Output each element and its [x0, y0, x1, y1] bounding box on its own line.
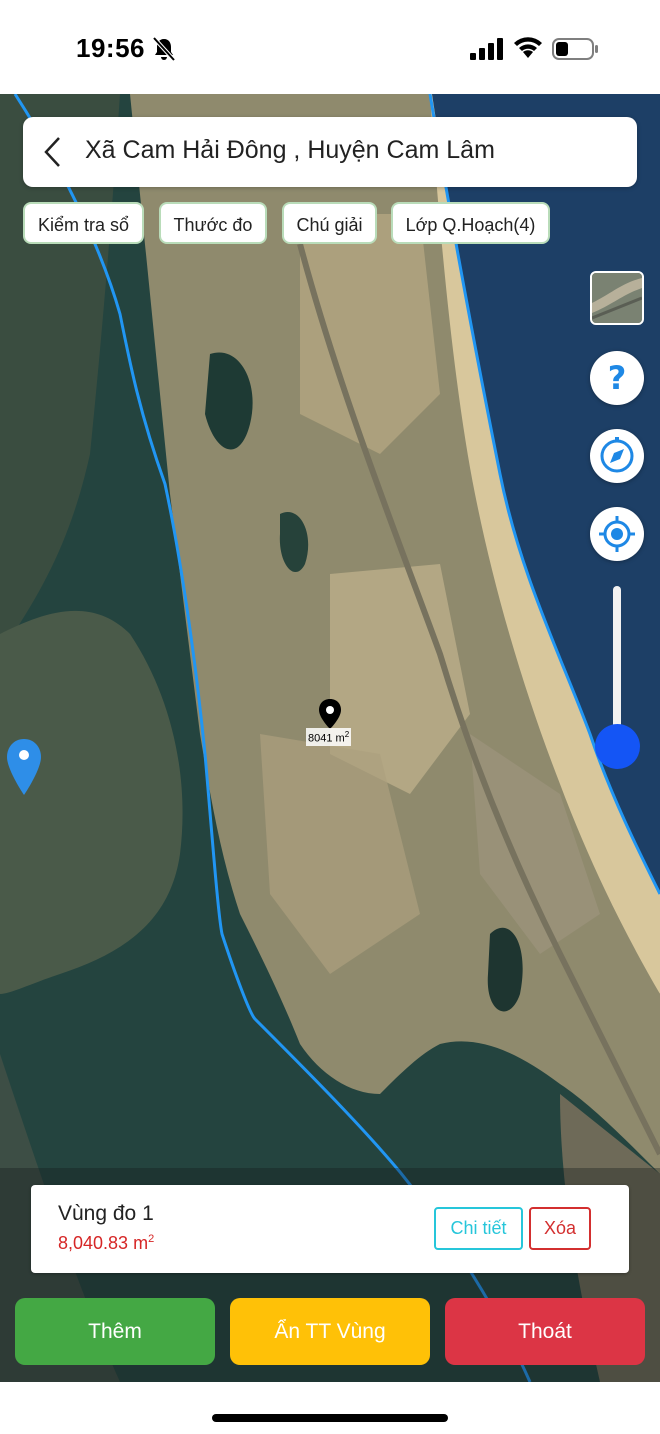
- toolbar-chips: Kiểm tra sổ Thước đo Chú giải Lớp Q.Hoạc…: [0, 202, 660, 248]
- chip-legend[interactable]: Chú giải: [282, 202, 377, 244]
- measure-area: 8,040.83 m2: [58, 1233, 154, 1254]
- measure-area-value: 8,040.83 m: [58, 1233, 149, 1253]
- help-button[interactable]: ?: [590, 351, 644, 405]
- measure-card: Vùng đo 1 8,040.83 m2 Chi tiết Xóa: [31, 1185, 629, 1273]
- satellite-thumbnail-icon: [592, 273, 642, 323]
- layer-thumbnail-button[interactable]: [590, 271, 644, 325]
- zoom-slider-thumb[interactable]: [595, 724, 640, 769]
- chip-ruler[interactable]: Thước đo: [159, 202, 267, 244]
- delete-button[interactable]: Xóa: [529, 1207, 591, 1250]
- detail-button[interactable]: Chi tiết: [434, 1207, 523, 1250]
- battery-icon: [552, 38, 598, 60]
- hide-area-info-button[interactable]: Ẩn TT Vùng: [230, 1298, 430, 1365]
- home-indicator[interactable]: [212, 1414, 448, 1422]
- locate-icon: [599, 516, 635, 552]
- measure-title: Vùng đo 1: [58, 1202, 154, 1225]
- compass-button[interactable]: [590, 429, 644, 483]
- chip-planning-layers[interactable]: Lớp Q.Hoạch(4): [391, 202, 550, 244]
- locate-button[interactable]: [590, 507, 644, 561]
- svg-text:?: ?: [608, 359, 627, 397]
- chip-check-book[interactable]: Kiểm tra sổ: [23, 202, 144, 244]
- wifi-icon: [514, 37, 542, 58]
- compass-icon: [600, 437, 634, 473]
- marker-area-unit-sup: 2: [344, 730, 350, 739]
- area-marker-label: 8041 m2: [306, 728, 352, 746]
- zoom-slider-track[interactable]: [613, 586, 621, 746]
- map-pin-icon[interactable]: [318, 698, 342, 730]
- add-button[interactable]: Thêm: [15, 1298, 215, 1365]
- help-icon: ?: [608, 359, 627, 397]
- signal-icon: [470, 38, 503, 60]
- status-bar: 19:56: [0, 0, 660, 94]
- chevron-left-icon[interactable]: [41, 135, 65, 169]
- measure-area-unit-sup: 2: [148, 1233, 155, 1245]
- exit-button[interactable]: Thoát: [445, 1298, 645, 1365]
- bottom-safe-area: [0, 1382, 660, 1434]
- location-header: Xã Cam Hải Đông , Huyện Cam Lâm: [23, 117, 637, 187]
- location-pin-icon[interactable]: [5, 738, 43, 796]
- location-title: Xã Cam Hải Đông , Huyện Cam Lâm: [85, 136, 495, 164]
- status-time: 19:56: [76, 33, 145, 63]
- bell-slash-icon: [152, 36, 176, 62]
- marker-area-value: 8041 m: [308, 732, 345, 745]
